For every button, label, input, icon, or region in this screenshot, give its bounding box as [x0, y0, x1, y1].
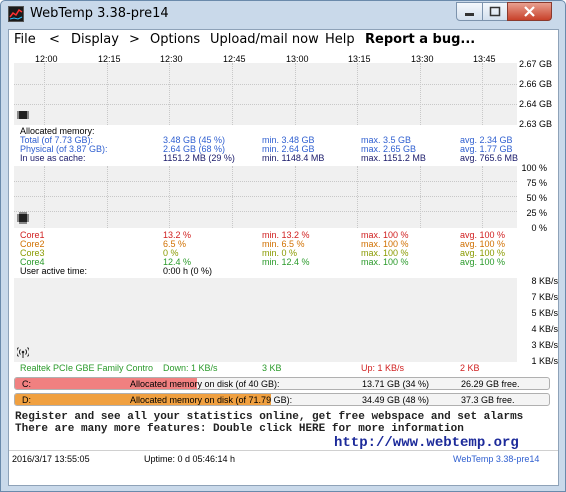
network-axis-label: 5 KB/s: [531, 308, 558, 318]
disk-used: 13.71 GB (34 %): [362, 379, 430, 389]
title-bar[interactable]: WebTemp 3.38-pre14: [1, 1, 565, 27]
grid-line: [14, 196, 517, 197]
grid-line: [420, 166, 421, 228]
disk-free: 37.3 GB free.: [461, 395, 515, 405]
status-version: WebTemp 3.38-pre14: [453, 454, 540, 464]
grid-line: [357, 63, 358, 125]
cpu-axis-label: 50 %: [526, 193, 547, 203]
status-bar: 2016/3/17 13:55:05 Uptime: 0 d 05:46:14 …: [9, 450, 558, 466]
network-down-total: 3 KB: [262, 363, 282, 373]
network-axis-label: 8 KB/s: [531, 276, 558, 286]
stat-avg: avg. 765.6 MB: [460, 153, 519, 163]
menu-next[interactable]: >: [129, 32, 140, 47]
promo-features-text[interactable]: There are many more features: Double cli…: [15, 423, 464, 435]
grid-line: [295, 63, 296, 125]
disk-free: 26.29 GB free.: [461, 379, 520, 389]
menu-previous[interactable]: <: [49, 32, 60, 47]
cpu-axis-label: 0 %: [531, 223, 547, 233]
minimize-icon: [465, 13, 474, 16]
stat-avg: avg. 100 %: [460, 257, 506, 267]
grid-line: [44, 166, 45, 228]
memory-chip-icon: [17, 111, 29, 119]
memory-axis-label: 2.64 GB: [518, 99, 552, 109]
network-down-rate: Down: 1 KB/s: [163, 363, 218, 373]
disk-label: Allocated memory on disk (of 40 GB):: [130, 379, 280, 389]
grid-line: [169, 63, 170, 125]
grid-line: [420, 63, 421, 125]
promo-register-text[interactable]: Register and see all your statistics onl…: [15, 411, 523, 423]
disk-drive: C:: [22, 379, 31, 389]
memory-axis-label: 2.66 GB: [518, 79, 552, 89]
grid-line: [232, 63, 233, 125]
grid-line: [169, 166, 170, 228]
grid-line: [295, 166, 296, 228]
network-adapter: Realtek PCIe GBE Family Contro: [20, 363, 154, 373]
menu-display[interactable]: Display: [71, 32, 119, 47]
close-icon: [524, 6, 535, 17]
cpu-axis-label: 25 %: [526, 208, 547, 218]
stat-value: 0:00 h (0 %): [163, 266, 213, 276]
menu-report-bug[interactable]: Report a bug...: [365, 32, 475, 47]
grid-line: [14, 84, 517, 85]
grid-line: [14, 181, 517, 182]
stat-min: min. 1148.4 MB: [262, 153, 325, 163]
disk-label: Allocated memory on disk (of 71.79 GB):: [130, 395, 293, 405]
menu-bar: File < Display > Options Upload/mail now…: [9, 30, 558, 50]
grid-line: [107, 166, 108, 228]
network-graph[interactable]: [14, 278, 517, 362]
stat-min: min. 12.4 %: [262, 257, 310, 267]
cpu-chip-icon: [17, 212, 29, 224]
close-button[interactable]: [507, 2, 552, 21]
network-up-rate: Up: 1 KB/s: [361, 363, 405, 373]
stat-label: In use as cache:: [20, 153, 86, 163]
status-uptime: Uptime: 0 d 05:46:14 h: [144, 454, 236, 464]
window-title: WebTemp 3.38-pre14: [30, 6, 169, 21]
memory-axis-label: 2.63 GB: [518, 119, 552, 129]
grid-line: [14, 211, 517, 212]
network-axis-label: 4 KB/s: [531, 324, 558, 334]
stat-value: 1151.2 MB (29 %): [163, 153, 235, 163]
status-datetime: 2016/3/17 13:55:05: [12, 454, 90, 464]
disk-d-bar[interactable]: D: Allocated memory on disk (of 71.79 GB…: [14, 393, 550, 406]
menu-options[interactable]: Options: [150, 32, 200, 47]
maximize-icon: [489, 6, 501, 17]
memory-graph[interactable]: [14, 63, 517, 125]
grid-line: [482, 63, 483, 125]
grid-line: [107, 63, 108, 125]
grid-line: [482, 166, 483, 228]
disk-used: 34.49 GB (48 %): [362, 395, 430, 405]
cpu-graph[interactable]: [14, 166, 517, 228]
network-up-total: 2 KB: [460, 363, 480, 373]
cpu-axis-label: 100 %: [521, 163, 547, 173]
app-window: WebTemp 3.38-pre14 File < Display > Opti…: [0, 0, 566, 492]
cpu-axis-label: 75 %: [526, 178, 547, 188]
memory-axis-label: 2.67 GB: [518, 59, 552, 69]
stat-max: max. 100 %: [361, 257, 409, 267]
grid-line: [357, 166, 358, 228]
menu-upload-mail[interactable]: Upload/mail now: [210, 32, 319, 47]
main-client-area: File < Display > Options Upload/mail now…: [8, 29, 559, 486]
minimize-button[interactable]: [456, 2, 483, 21]
grid-line: [14, 104, 517, 105]
stat-label: User active time:: [20, 266, 88, 276]
disk-drive: D:: [22, 395, 31, 405]
grid-line: [232, 166, 233, 228]
stat-max: max. 1151.2 MB: [361, 153, 426, 163]
website-link[interactable]: http://www.webtemp.org: [334, 435, 519, 451]
grid-line: [44, 63, 45, 125]
network-axis-label: 3 KB/s: [531, 340, 558, 350]
network-axis-label: 7 KB/s: [531, 292, 558, 302]
disk-c-bar[interactable]: C: Allocated memory on disk (of 40 GB): …: [14, 377, 550, 390]
network-antenna-icon: [17, 347, 29, 358]
maximize-button[interactable]: [482, 2, 508, 21]
menu-file[interactable]: File: [14, 32, 36, 47]
webtemp-app-icon: [8, 6, 24, 22]
menu-help[interactable]: Help: [325, 32, 355, 47]
network-axis-label: 1 KB/s: [531, 356, 558, 366]
